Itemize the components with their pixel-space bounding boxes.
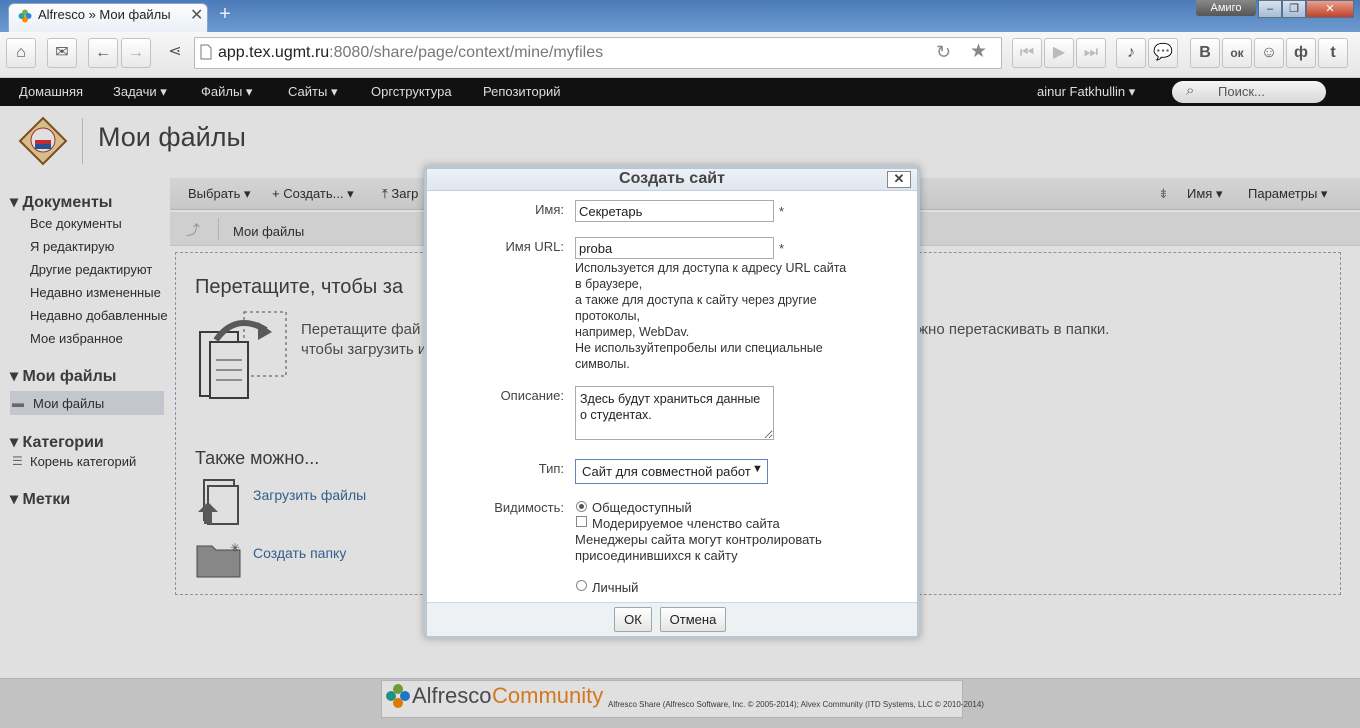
site-url-input[interactable] bbox=[575, 237, 774, 259]
search-placeholder: Поиск... bbox=[1218, 84, 1265, 99]
page-icon bbox=[200, 44, 212, 60]
private-option-label: Личный bbox=[592, 580, 639, 595]
maximize-icon[interactable]: ❐ bbox=[1282, 0, 1306, 18]
mail-icon[interactable]: ✉ bbox=[47, 38, 77, 68]
type-label: Тип: bbox=[538, 461, 564, 476]
media-play-icon[interactable]: ▶ bbox=[1044, 38, 1074, 68]
url-text[interactable]: app.tex.ugmt.ru:8080/share/page/context/… bbox=[218, 44, 603, 62]
private-radio[interactable] bbox=[576, 580, 587, 591]
dialog-close-icon[interactable]: ✕ bbox=[887, 171, 911, 188]
url-help-text: Используется для доступа к адресу URL са… bbox=[575, 261, 847, 371]
url-required-mark: * bbox=[779, 241, 785, 256]
name-label: Имя: bbox=[535, 202, 564, 217]
dialog-title: Создать сайт bbox=[619, 170, 725, 187]
facebook-icon[interactable]: ф bbox=[1286, 38, 1316, 68]
description-label: Описание: bbox=[500, 388, 564, 403]
url-label: Имя URL: bbox=[505, 239, 564, 254]
select-arrow-icon: ▼ bbox=[752, 463, 763, 475]
vk-icon[interactable]: В bbox=[1190, 38, 1220, 68]
nav-sites[interactable]: Сайты ▾ bbox=[288, 84, 337, 100]
bookmark-star-icon[interactable]: ★ bbox=[970, 40, 987, 63]
minimize-icon[interactable]: – bbox=[1258, 0, 1282, 18]
back-icon[interactable]: ← bbox=[88, 38, 118, 68]
description-textarea[interactable]: Здесь будут храниться данные о студентах… bbox=[575, 386, 774, 440]
new-tab-button[interactable]: + bbox=[212, 3, 238, 27]
search-icon: ⌕ bbox=[1186, 82, 1195, 99]
nav-home[interactable]: Домашняя bbox=[19, 84, 83, 99]
public-option-label: Общедоступный bbox=[592, 500, 692, 515]
alfresco-favicon-icon bbox=[18, 9, 32, 23]
nav-orgstructure[interactable]: Оргструктура bbox=[371, 84, 452, 99]
browser-profile-badge[interactable]: Амиго bbox=[1196, 0, 1256, 16]
home-icon[interactable]: ⌂ bbox=[6, 38, 36, 68]
share-icon[interactable]: ⋖ bbox=[160, 38, 190, 68]
name-required-mark: * bbox=[779, 204, 785, 219]
tab-close-icon[interactable]: ✕ bbox=[190, 5, 203, 25]
moderated-help-line1: Менеджеры сайта могут контролировать bbox=[575, 532, 822, 547]
moderated-checkbox[interactable] bbox=[576, 516, 587, 527]
ok-button[interactable]: ОК bbox=[614, 607, 652, 632]
nav-repository[interactable]: Репозиторий bbox=[483, 84, 560, 99]
media-prev-icon[interactable]: ⏮ bbox=[1012, 38, 1042, 68]
forward-icon[interactable]: → bbox=[121, 38, 151, 68]
reload-icon[interactable]: ↻ bbox=[936, 42, 951, 63]
media-next-icon[interactable]: ⏭ bbox=[1076, 38, 1106, 68]
site-name-input[interactable] bbox=[575, 200, 774, 222]
music-icon[interactable]: ♪ bbox=[1116, 38, 1146, 68]
twitter-icon[interactable]: t bbox=[1318, 38, 1348, 68]
cancel-button[interactable]: Отмена bbox=[660, 607, 726, 632]
site-type-select[interactable]: Сайт для совместной работ bbox=[575, 459, 768, 484]
chat-icon[interactable]: 💬 bbox=[1148, 38, 1178, 68]
close-window-icon[interactable]: ✕ bbox=[1306, 0, 1354, 18]
tab-title: Alfresco » Мои файлы bbox=[38, 7, 171, 22]
moderated-option-label: Модерируемое членство сайта bbox=[592, 516, 780, 531]
moderated-help-line2: присоединившихся к сайту bbox=[575, 548, 738, 563]
nav-files[interactable]: Файлы ▾ bbox=[201, 84, 252, 100]
visibility-label: Видимость: bbox=[494, 500, 564, 515]
user-menu[interactable]: ainur Fatkhullin ▾ bbox=[1037, 84, 1135, 100]
moimir-icon[interactable]: ☺ bbox=[1254, 38, 1284, 68]
public-radio[interactable] bbox=[576, 501, 587, 512]
nav-tasks[interactable]: Задачи ▾ bbox=[113, 84, 167, 100]
odnoklassniki-icon[interactable]: ок bbox=[1222, 38, 1252, 68]
